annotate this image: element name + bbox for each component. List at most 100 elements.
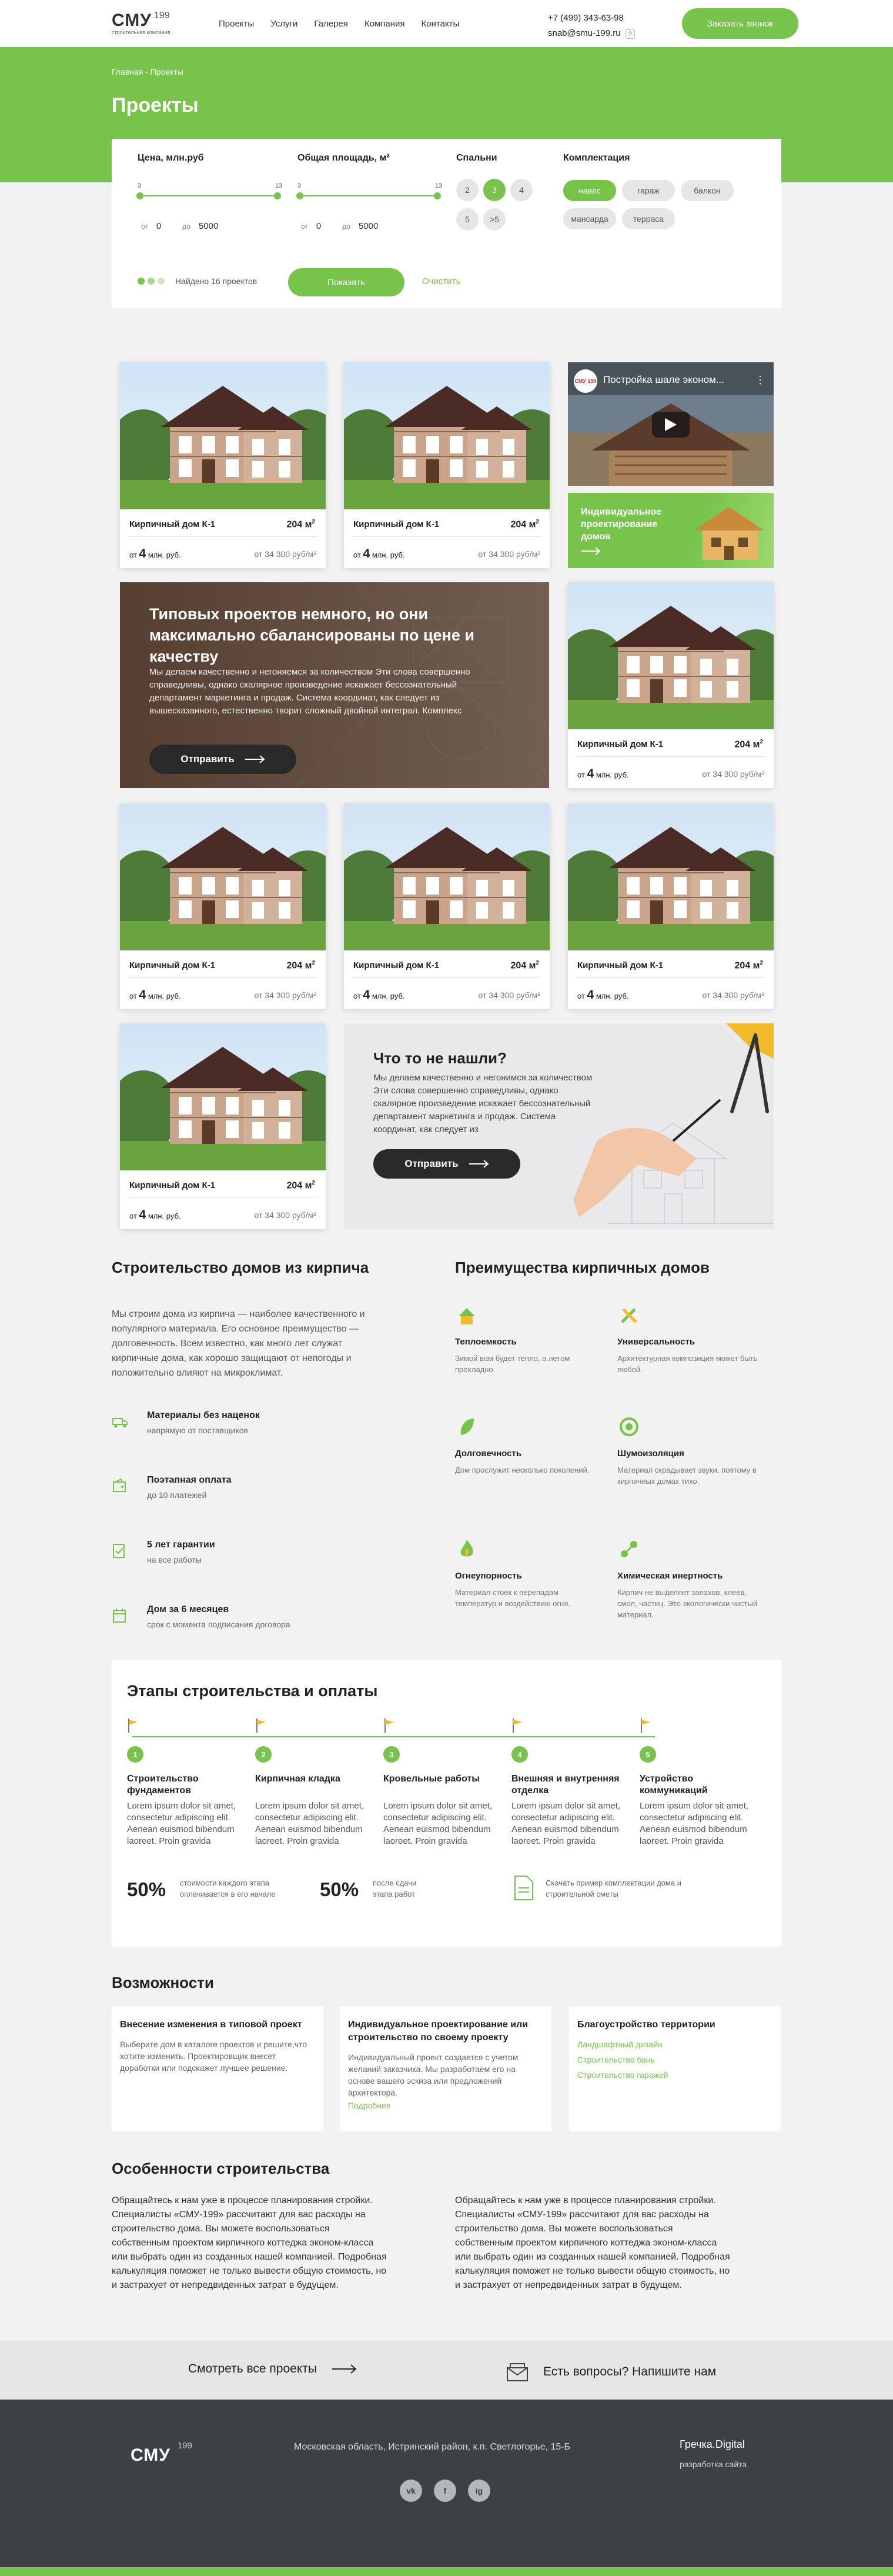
nav-projects[interactable]: Проекты <box>219 19 254 29</box>
document-icon[interactable] <box>511 1875 535 1901</box>
config-option-canopy[interactable]: навес <box>563 180 616 201</box>
card-divider <box>128 536 317 537</box>
developer-link[interactable]: Гречка.Digital <box>680 2438 745 2451</box>
video-preview[interactable]: СМУ 199 Постройка шале эконом... ⋮ <box>568 362 774 486</box>
bedrooms-option-3[interactable]: 3 <box>483 179 506 201</box>
project-card[interactable]: Кирпичный дом К-1 204 м2 от 4 млн. руб. … <box>120 803 326 1009</box>
instagram-icon[interactable]: ig <box>468 2480 490 2502</box>
possibility-card[interactable]: Индивидуальное проектирование или строит… <box>340 2007 551 2131</box>
config-option-attic[interactable]: мансарда <box>563 208 616 229</box>
phone-link[interactable]: +7 (499) 343-63-98 <box>548 11 635 26</box>
area-to-input[interactable]: 5000 <box>359 221 378 231</box>
individual-design-banner[interactable]: Индивидуальное проектирование домов <box>568 493 774 568</box>
payment-desc-start: стоимости каждого этапа оплачивается в е… <box>180 1878 276 1898</box>
price-to-input[interactable]: 5000 <box>199 221 218 231</box>
project-card[interactable]: Кирпичный дом К-1 204 м2 от 4 млн. руб. … <box>344 362 550 568</box>
card-price-per-m: от 34 300 руб/м² <box>254 1210 316 1220</box>
price-slider-max-handle[interactable] <box>274 192 281 199</box>
footer-address: Московская область, Истринский район, к.… <box>294 2442 571 2452</box>
price-slider-min-handle[interactable] <box>136 192 143 199</box>
nav-services[interactable]: Услуги <box>270 19 297 29</box>
house-image <box>344 362 550 509</box>
card-price: от 4 млн. руб. <box>353 988 405 1002</box>
landscape-link[interactable]: Ландшафтный дизайн <box>577 2040 663 2049</box>
card-price-per-m: от 34 300 руб/м² <box>702 769 764 779</box>
price-slider[interactable] <box>136 192 281 199</box>
bottom-bar: Смотреть все проекты Есть вопросы? Напиш… <box>0 2341 893 2400</box>
project-card[interactable]: Кирпичный дом К-1 204 м2 от 4 млн. руб. … <box>120 362 326 568</box>
individual-design-title: Индивидуальное проектирование домов <box>581 507 662 542</box>
bedrooms-option-2[interactable]: 2 <box>456 179 479 201</box>
see-all-label: Смотреть все проекты <box>188 2362 317 2375</box>
order-call-button[interactable]: Заказать звонок <box>682 8 798 39</box>
card-area: 204 м2 <box>286 960 315 971</box>
possibility-desc: Выберите дом в каталоге проектов и решит… <box>120 2040 307 2073</box>
clear-link[interactable]: Очистить <box>422 276 460 286</box>
stage-title: Кирпичная кладка <box>255 1774 340 1784</box>
area-slider-max-handle[interactable] <box>434 192 441 199</box>
feature-title: Дом за 6 месяцев <box>147 1604 229 1614</box>
price-from-input[interactable]: 0 <box>156 221 161 231</box>
more-icon[interactable]: ⋮ <box>755 374 765 386</box>
area-slider[interactable] <box>296 192 441 199</box>
card-area: 204 м2 <box>286 519 315 530</box>
contact-us-link[interactable]: Есть вопросы? Напишите нам <box>506 2362 716 2382</box>
email-link[interactable]: snab@smu-199.ru <box>548 28 621 38</box>
stage-number: 2 <box>255 1746 272 1763</box>
download-estimate-link[interactable]: Скачать пример комплектации дома и строи… <box>546 1877 710 1900</box>
footer: СМУ 199 Московская область, Истринский р… <box>0 2400 893 2567</box>
flag-icon <box>513 1719 522 1733</box>
header: СМУ 199 строительная компания Проекты Усл… <box>0 0 893 47</box>
advantage-desc: Материал стоек к перепадам температур и … <box>455 1588 570 1608</box>
breadcrumb[interactable]: Главная - Проекты <box>112 67 183 76</box>
typical-send-button[interactable]: Отправить <box>149 745 296 774</box>
project-card[interactable]: Кирпичный дом К-1 204 м2 от 4 млн. руб. … <box>120 1023 326 1229</box>
feature-item: Поэтапная оплата до 10 платежей <box>112 1475 388 1510</box>
bedrooms-option-4[interactable]: 4 <box>510 179 533 201</box>
calendar-icon <box>113 1609 126 1623</box>
show-button[interactable]: Показать <box>288 268 404 296</box>
project-card[interactable]: Кирпичный дом К-1 204 м2 от 4 млн. руб. … <box>568 803 774 1009</box>
advantage-desc: Дом прослужит несколько поколений. <box>455 1466 590 1474</box>
config-option-terrace[interactable]: терраса <box>622 208 675 229</box>
possibility-card[interactable]: Внесение изменения в типовой проект Выбе… <box>112 2007 323 2131</box>
loading-dots <box>138 278 165 285</box>
config-option-balcony[interactable]: балкон <box>681 180 734 201</box>
mail-icon <box>507 2363 528 2381</box>
help-icon[interactable]: ? <box>625 29 635 39</box>
card-price-per-m: от 34 300 руб/м² <box>478 549 540 559</box>
stage-item: 3 Кровельные работы Lorem ipsum dolor si… <box>383 1719 501 1847</box>
bath-link[interactable]: Строительство бань <box>577 2055 655 2064</box>
features-paragraph: Обращайтесь к нам уже в процессе планиро… <box>455 2195 730 2290</box>
flag-icon <box>128 1719 138 1733</box>
card-price: от 4 млн. руб. <box>129 988 181 1002</box>
brick-intro: Мы строим дома из кирпича — наиболее кач… <box>112 1309 365 1378</box>
bedrooms-option-more[interactable]: >5 <box>483 208 506 231</box>
see-all-projects-link[interactable]: Смотреть все проекты <box>188 2362 357 2376</box>
bedrooms-label: Спальни <box>456 153 497 163</box>
typical-banner-desc: Мы делаем качественно и негоняемся за ко… <box>149 667 470 716</box>
nav-gallery[interactable]: Галерея <box>314 19 348 29</box>
project-card[interactable]: Кирпичный дом К-1 204 м2 от 4 млн. руб. … <box>344 803 550 1009</box>
garage-link[interactable]: Строительство гаражей <box>577 2070 668 2080</box>
area-slider-min-handle[interactable] <box>296 192 303 199</box>
play-icon[interactable] <box>652 412 690 438</box>
payment-desc-end: после сдачи этапа работ <box>373 1878 417 1898</box>
more-link[interactable]: Подробнее <box>348 2101 391 2110</box>
nav-contacts[interactable]: Контакты <box>422 19 460 29</box>
area-from-input[interactable]: 0 <box>316 221 321 231</box>
card-price: от 4 млн. руб. <box>577 988 629 1002</box>
card-title: Кирпичный дом К-1 <box>129 519 216 529</box>
config-option-garage[interactable]: гараж <box>622 180 675 201</box>
footer-accent-bar <box>0 2567 893 2576</box>
logo-name: СМУ <box>112 11 152 30</box>
possibility-card[interactable]: Благоустройство территории Ландшафтный д… <box>569 2007 781 2131</box>
project-card[interactable]: Кирпичный дом К-1 204 м2 от 4 млн. руб. … <box>568 582 774 788</box>
bedrooms-option-5[interactable]: 5 <box>456 208 479 231</box>
vk-icon[interactable]: vk <box>400 2480 422 2502</box>
logo[interactable]: СМУ 199 строительная компания <box>112 11 170 35</box>
not-found-send-button[interactable]: Отправить <box>373 1149 520 1179</box>
facebook-icon[interactable]: f <box>434 2480 456 2502</box>
nav-company[interactable]: Компания <box>364 19 405 29</box>
footer-logo[interactable]: СМУ <box>131 2445 170 2465</box>
